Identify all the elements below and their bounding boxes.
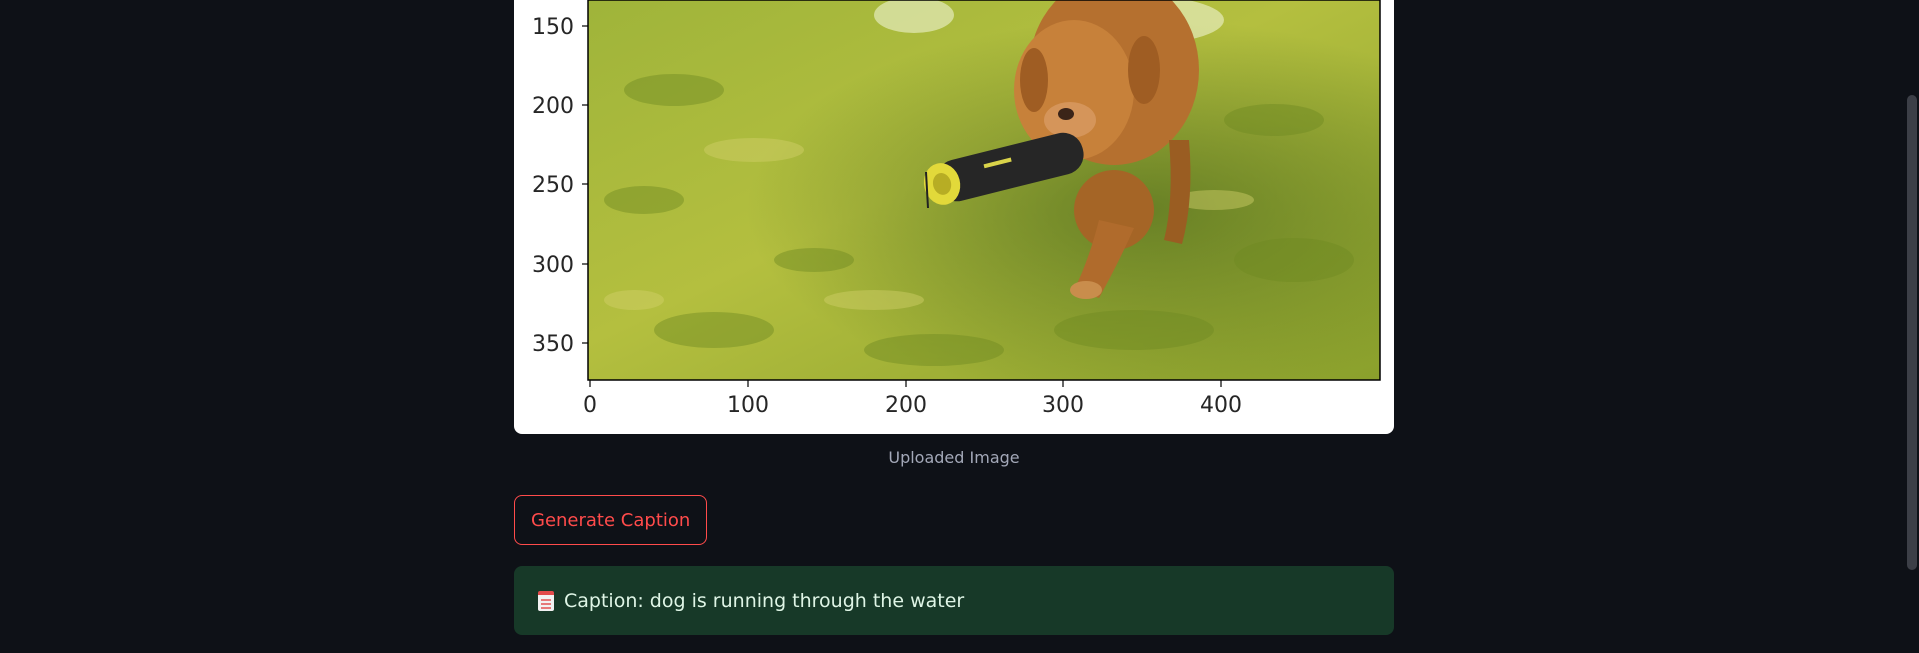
caption-result-alert: Caption: dog is running through the wate… [514, 566, 1394, 635]
scrollbar-thumb[interactable] [1907, 95, 1917, 570]
y-tick-label: 150 [532, 15, 574, 40]
x-tick-label: 200 [885, 393, 927, 418]
matplotlib-plot: 150 200 250 300 350 0 100 200 300 400 [532, 0, 1381, 418]
dog-photo [588, 0, 1380, 380]
y-tick-label: 350 [532, 332, 574, 357]
uploaded-image-figure: 150 200 250 300 350 0 100 200 300 400 [514, 0, 1394, 434]
y-tick-label: 300 [532, 253, 574, 278]
image-caption-label: Uploaded Image [888, 448, 1020, 467]
generate-caption-button[interactable]: Generate Caption [514, 495, 708, 545]
page-scrollbar[interactable] [1903, 0, 1919, 653]
x-tick-label: 100 [727, 393, 769, 418]
memo-icon [538, 590, 554, 611]
y-tick-label: 200 [532, 94, 574, 119]
x-tick-label: 400 [1200, 393, 1242, 418]
caption-result-text: Caption: dog is running through the wate… [564, 589, 965, 612]
y-tick-label: 250 [532, 173, 574, 198]
x-tick-label: 0 [583, 393, 597, 418]
x-tick-label: 300 [1042, 393, 1084, 418]
